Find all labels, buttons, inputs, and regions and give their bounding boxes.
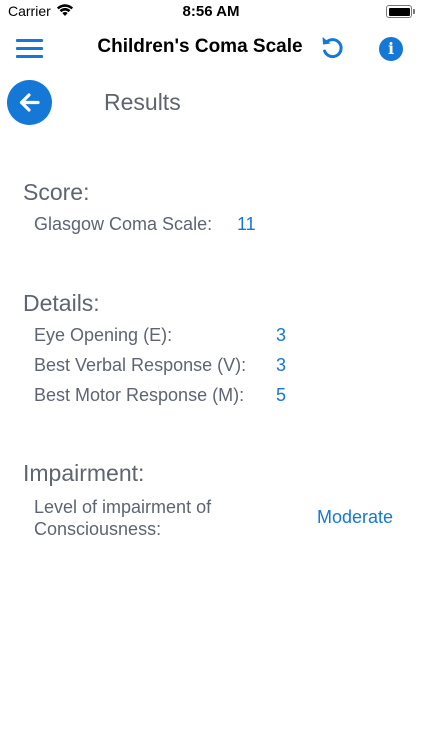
gcs-value: 11 xyxy=(237,214,256,234)
impairment-heading: Impairment: xyxy=(23,460,145,486)
back-button[interactable] xyxy=(7,80,52,125)
eye-opening-value: 3 xyxy=(276,325,287,345)
status-bar: Carrier 8:56 AM xyxy=(0,0,422,24)
info-icon[interactable]: i xyxy=(379,37,403,61)
menu-icon[interactable] xyxy=(16,37,44,59)
verbal-response-value: 3 xyxy=(276,355,287,375)
results-screen: Carrier 8:56 AM Children's Coma Scale i … xyxy=(0,0,422,750)
battery-icon xyxy=(386,5,412,18)
eye-opening-label: Eye Opening (E): xyxy=(34,325,173,345)
nav-title: Children's Coma Scale xyxy=(97,36,303,57)
nav-bar: Children's Coma Scale i xyxy=(0,24,422,72)
motor-response-value: 5 xyxy=(276,385,287,405)
details-heading: Details: xyxy=(23,290,100,316)
verbal-response-label: Best Verbal Response (V): xyxy=(34,355,247,375)
impairment-value: Moderate xyxy=(317,507,394,527)
reset-icon[interactable] xyxy=(318,33,346,61)
arrow-left-icon xyxy=(19,93,40,112)
clock: 8:56 AM xyxy=(182,3,240,20)
motor-response-label: Best Motor Response (M): xyxy=(34,385,245,405)
gcs-label: Glasgow Coma Scale: xyxy=(34,214,213,234)
battery-tip xyxy=(413,9,415,14)
score-heading: Score: xyxy=(23,179,90,205)
page-title: Results xyxy=(104,89,181,115)
impairment-label: Level of impairment of Consciousness: xyxy=(34,497,212,539)
